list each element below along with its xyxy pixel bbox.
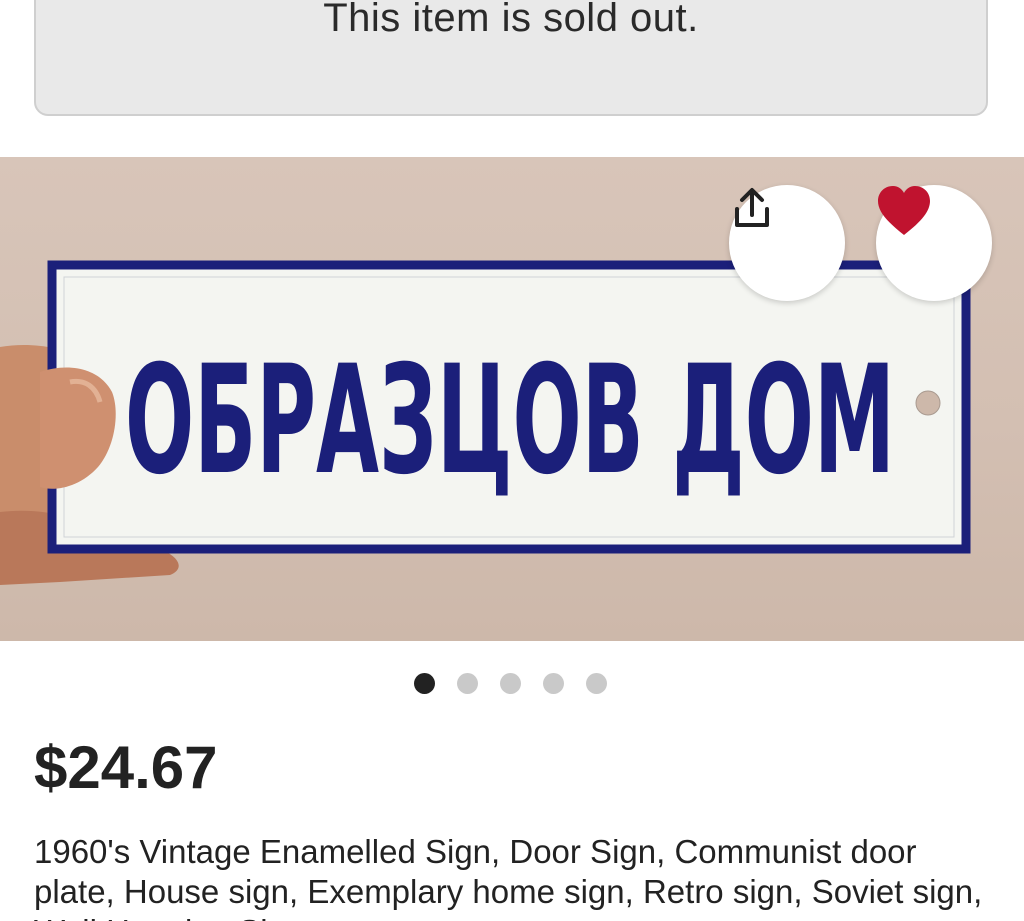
sold-out-text: This item is sold out.	[323, 0, 699, 40]
carousel-dot[interactable]	[500, 673, 521, 694]
listing-title: 1960's Vintage Enamelled Sign, Door Sign…	[34, 833, 983, 921]
carousel-dot[interactable]	[586, 673, 607, 694]
listing-page: This item is sold out. ОБРАЗЦОВ ДОМ $24.…	[0, 0, 1024, 921]
share-button[interactable]	[729, 185, 845, 301]
favorite-button[interactable]	[876, 185, 992, 301]
sign-lettering: ОБРАЗЦОВ ДОМ	[125, 334, 895, 508]
image-carousel-dots	[414, 673, 607, 694]
sold-out-banner: This item is sold out.	[34, 0, 988, 116]
carousel-dot[interactable]	[414, 673, 435, 694]
share-icon	[735, 188, 769, 227]
listing-price: $24.67	[34, 734, 218, 801]
carousel-dot[interactable]	[457, 673, 478, 694]
product-photo-drawing: ОБРАЗЦОВ ДОМ	[0, 260, 971, 585]
heart-icon	[878, 186, 930, 235]
product-image[interactable]: ОБРАЗЦОВ ДОМ	[0, 157, 1024, 641]
carousel-dot[interactable]	[543, 673, 564, 694]
